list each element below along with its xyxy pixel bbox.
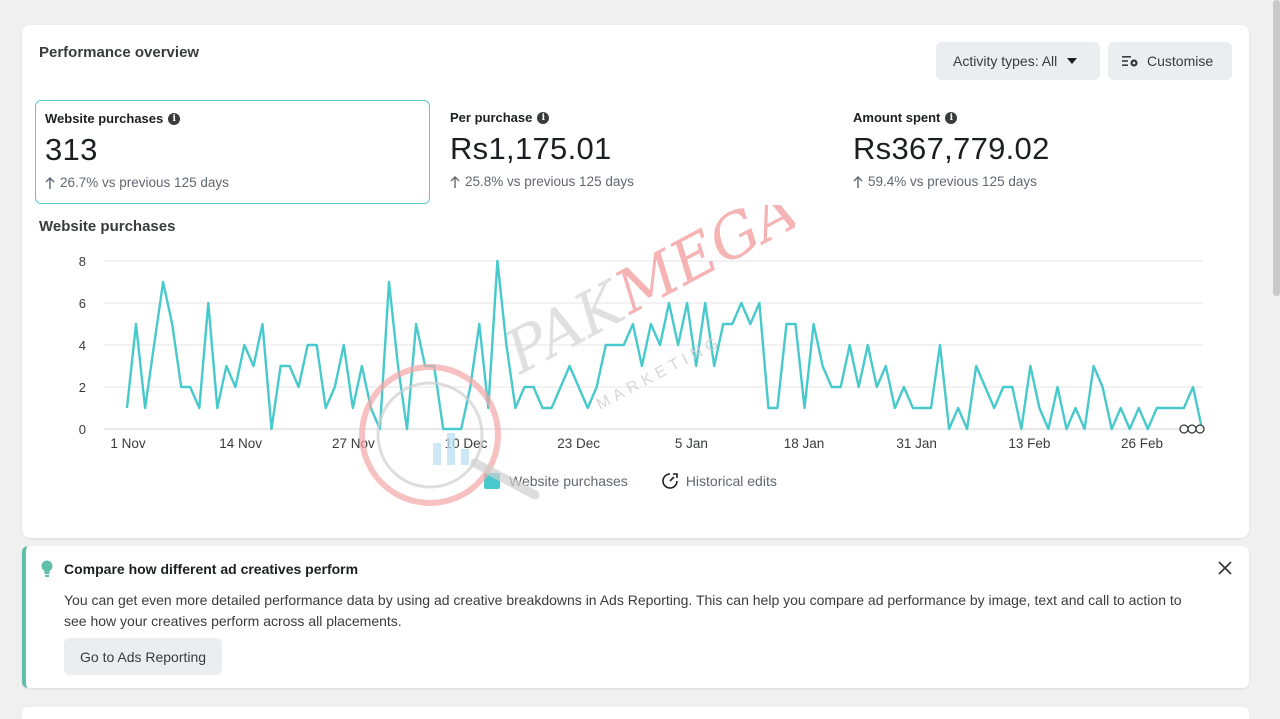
x-tick-label: 18 Jan [784,436,825,451]
y-tick-label: 2 [79,380,86,395]
x-tick-label: 26 Feb [1121,436,1163,451]
historical-edit-marker[interactable] [1179,424,1189,434]
x-tick-label: 5 Jan [675,436,708,451]
next-card [22,707,1249,719]
y-tick-label: 8 [79,254,86,269]
website-purchases-chart: 0 2 4 6 8 1 Nov 14 Nov 27 Nov 10 Dec 23 Dec 5 Jan 1… [79,254,1205,451]
x-tick-label: 1 Nov [110,436,146,451]
historical-edits-icon [662,473,678,489]
tip-body: You can get even more detailed performan… [64,592,1182,629]
y-tick-label: 4 [79,338,86,353]
historical-edit-marker[interactable] [1187,424,1197,434]
legend-series-label[interactable]: Website purchases [509,473,628,489]
x-tick-label: 13 Feb [1008,436,1050,451]
x-tick-label: 23 Dec [557,436,600,451]
x-tick-label: 27 Nov [332,436,375,451]
close-icon[interactable] [1218,561,1232,575]
performance-overview-card: Performance overview Activity types: All… [22,25,1249,538]
x-tick-label: 31 Jan [896,436,937,451]
legend-historical-label[interactable]: Historical edits [686,473,777,489]
go-to-ads-reporting-button[interactable]: Go to Ads Reporting [64,638,223,675]
tip-title: Compare how different ad creatives perfo… [64,561,359,577]
page-scrollbar[interactable] [1273,0,1280,296]
y-tick-label: 6 [79,296,86,311]
x-tick-label: 14 Nov [219,436,262,451]
historical-edit-marker[interactable] [1195,424,1205,434]
y-tick-label: 0 [79,422,86,437]
x-tick-label: 10 Dec [445,436,488,451]
tip-banner: Compare how different ad creatives perfo… [22,546,1249,688]
chart-legend: Website purchases Historical edits [484,472,777,490]
lightbulb-icon [41,560,53,577]
legend-swatch[interactable] [484,473,500,489]
